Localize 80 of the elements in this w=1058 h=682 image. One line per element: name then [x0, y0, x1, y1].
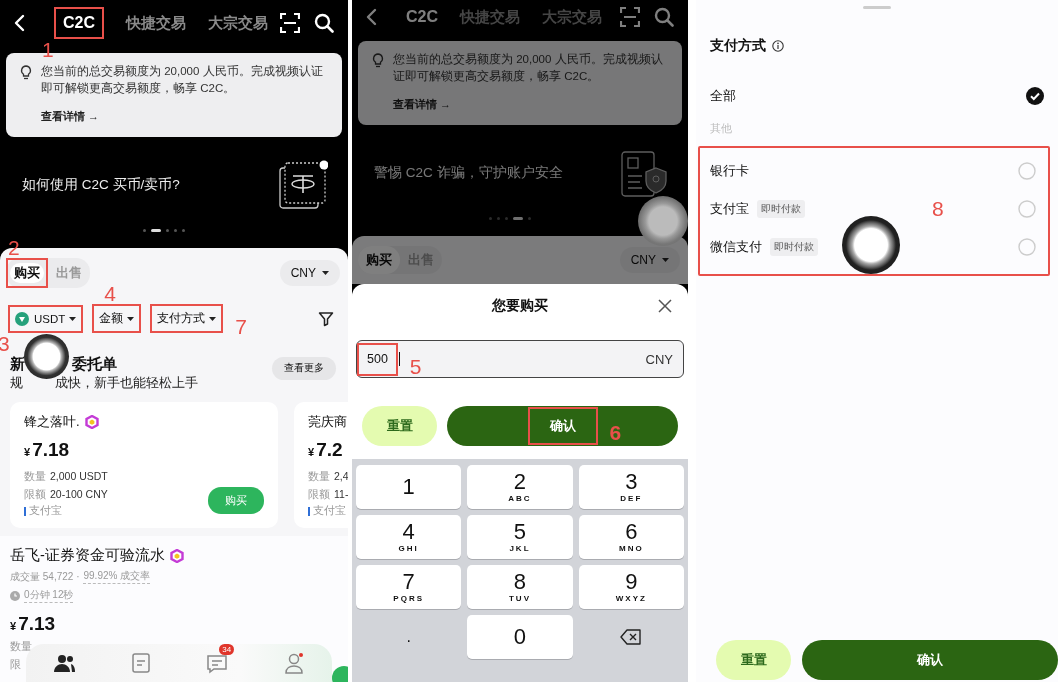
- sheet-title: 支付方式: [710, 37, 766, 55]
- annotation-number: 7: [235, 315, 247, 337]
- price: 7.18: [32, 439, 70, 461]
- notice-text: 您当前的总交易额度为 20,000 人民币。完成视频认证即可解锁更高交易额度，畅享 C2C。: [393, 52, 664, 84]
- annotation-number: 4: [104, 283, 116, 304]
- currency-symbol: ¥: [10, 620, 17, 632]
- filter-dropdown[interactable]: 金额: [99, 311, 135, 326]
- response-time: 0分钟 12秒: [24, 588, 74, 603]
- filter-dropdown[interactable]: USDT: [15, 311, 77, 326]
- payment-option[interactable]: 全部: [710, 87, 736, 105]
- currency-selector[interactable]: CNY: [619, 247, 680, 273]
- button-label: 确认: [549, 417, 576, 435]
- currency-symbol: ¥: [24, 446, 31, 458]
- section-title: 新: [10, 355, 25, 374]
- trade-volume: 成交量 54,722 ·: [10, 569, 80, 584]
- payment-option[interactable]: 支付宝: [710, 200, 749, 218]
- annotation-number: 5: [409, 355, 422, 377]
- field-label: 数量: [308, 469, 330, 484]
- field-label: 数量: [10, 639, 32, 654]
- merchant-name: 锋之落叶.: [24, 413, 80, 431]
- confirm-button[interactable]: 确认 6: [447, 406, 678, 446]
- field-value: 2,4: [334, 469, 348, 484]
- payment-option[interactable]: 银行卡: [710, 162, 749, 180]
- field-label: 限: [10, 657, 21, 672]
- reset-button[interactable]: 重置: [716, 640, 791, 680]
- keypad-key[interactable]: 2 ABC: [467, 465, 573, 509]
- currency-selector[interactable]: CNY: [279, 260, 340, 286]
- sheet-title: 您要购买: [492, 297, 548, 315]
- field-value: 11-: [334, 487, 348, 502]
- field-value: 2,000 USDT: [50, 469, 108, 484]
- details-link[interactable]: 查看详情 →: [393, 97, 670, 112]
- banner-title: 警惕 C2C 诈骗，守护账户安全: [374, 164, 563, 182]
- keypad-key[interactable]: 9 WXYZ: [578, 565, 684, 609]
- field-label: 限额: [308, 487, 330, 502]
- filter-dropdown[interactable]: 支付方式: [157, 311, 217, 326]
- input-value: 500: [367, 351, 388, 366]
- keypad-key[interactable]: 1: [356, 465, 462, 509]
- nav-tab[interactable]: 大宗交易: [208, 13, 268, 33]
- confirm-button[interactable]: 确认: [802, 640, 1058, 680]
- keypad-key[interactable]: 3 DEF: [578, 465, 684, 509]
- view-more-button[interactable]: 查看更多: [272, 357, 336, 380]
- trade-tab[interactable]: 购买: [10, 263, 44, 283]
- keypad-key[interactable]: 8 TUV: [467, 565, 573, 609]
- details-link[interactable]: 查看详情 →: [41, 109, 330, 124]
- completion-rate: 99.92% 成交率: [83, 569, 151, 584]
- amount-input-field[interactable]: 500 5 CNY: [356, 340, 684, 378]
- keypad-key[interactable]: 5 JKL: [467, 515, 573, 559]
- trade-tab[interactable]: 购买: [358, 246, 400, 274]
- field-value: 20-100 CNY: [50, 487, 108, 502]
- instant-payment-tag: 即时付款: [770, 238, 818, 256]
- notice-text: 您当前的总交易额度为 20,000 人民币。完成视频认证即可解锁更高交易额度，畅享 C2C。: [41, 64, 324, 96]
- merchant-name: 岳飞-证券资金可验流水: [10, 546, 165, 565]
- currency-suffix: CNY: [645, 351, 673, 367]
- banner-title: 如何使用 C2C 买币/卖币?: [22, 176, 180, 194]
- keypad-key[interactable]: 0: [467, 615, 573, 659]
- nav-tab[interactable]: C2C: [63, 14, 95, 32]
- section-title: 委托单: [72, 355, 117, 374]
- price: 7.13: [18, 613, 56, 635]
- keypad-key[interactable]: 4 GHI: [356, 515, 462, 559]
- keypad-key[interactable]: .: [356, 615, 462, 659]
- nav-tab[interactable]: 快捷交易: [126, 13, 186, 33]
- nav-tab[interactable]: C2C: [406, 8, 438, 26]
- payment-option[interactable]: 微信支付: [710, 238, 762, 256]
- merchant-name: 莞庆商: [308, 413, 347, 431]
- annotation-number: 8: [932, 198, 944, 219]
- section-subtitle: 规: [10, 374, 23, 392]
- payment-method: 支付宝: [313, 504, 346, 518]
- section-label: 其他: [709, 121, 733, 136]
- keypad-key[interactable]: 7 PQRS: [356, 565, 462, 609]
- notification-badge: 34: [219, 644, 235, 655]
- section-subtitle: 成快，新手也能轻松上手: [55, 374, 198, 392]
- reset-button[interactable]: 重置: [362, 406, 437, 446]
- keypad-key[interactable]: 6 MNO: [578, 515, 684, 559]
- field-label: 数量: [24, 469, 46, 484]
- field-label: 限额: [24, 487, 46, 502]
- currency-symbol: ¥: [308, 446, 315, 458]
- instant-payment-tag: 即时付款: [757, 200, 805, 218]
- price: 7.2: [316, 439, 343, 461]
- payment-method: 支付宝: [29, 504, 62, 518]
- annotation-number: 6: [609, 422, 622, 444]
